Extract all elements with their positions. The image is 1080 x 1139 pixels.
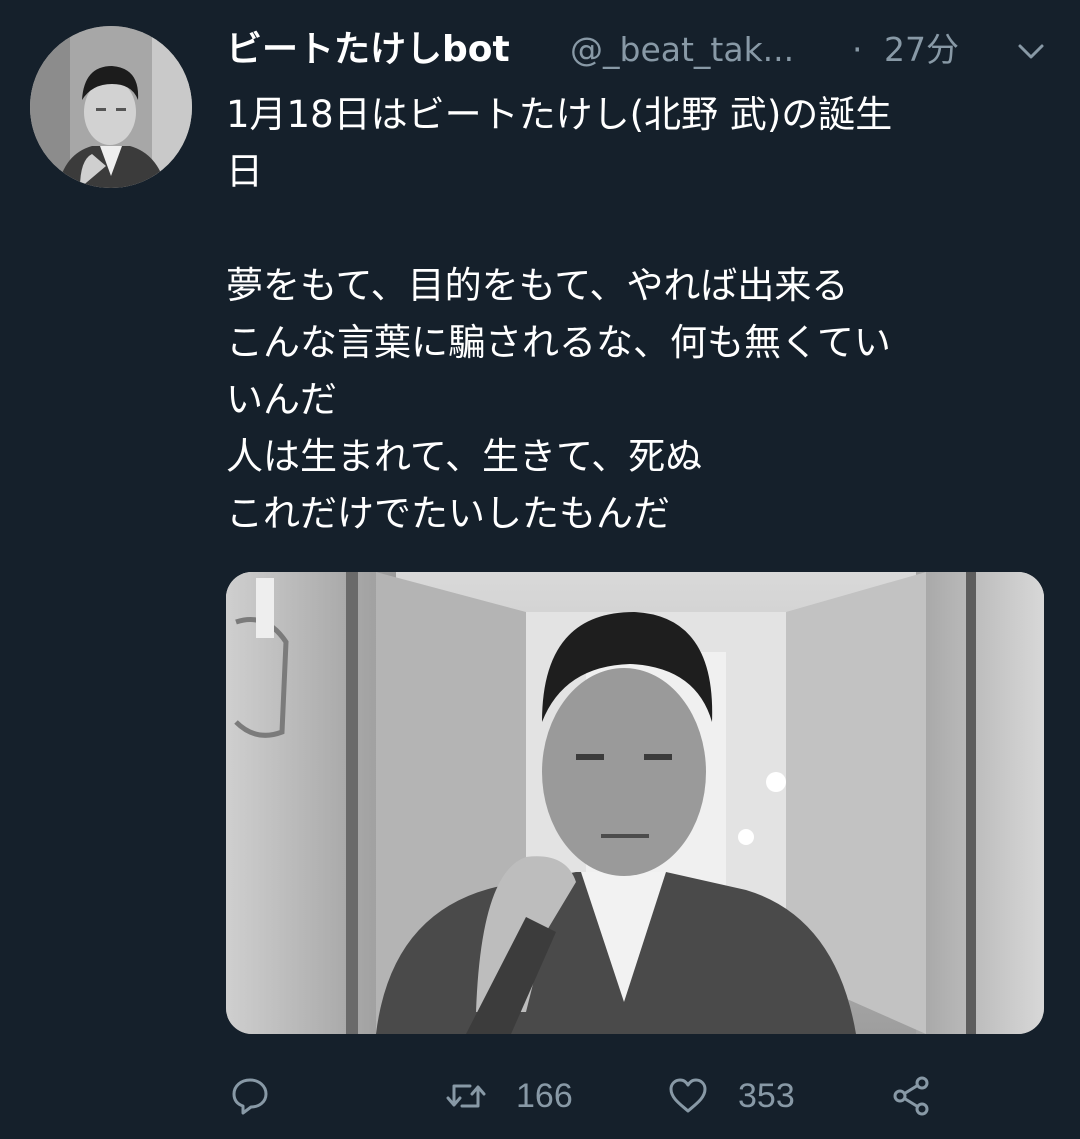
avatar[interactable] bbox=[30, 26, 192, 188]
tweet-header: ビートたけしbot @_beat_tak... · 27分 bbox=[226, 24, 1060, 76]
tweet-text-line: いんだ bbox=[226, 378, 337, 421]
heart-icon bbox=[669, 1078, 707, 1113]
photo-image bbox=[226, 572, 1044, 1034]
tweet-text-line: 日 bbox=[226, 150, 263, 193]
display-name[interactable]: ビートたけしbot bbox=[226, 24, 510, 76]
like-count: 353 bbox=[738, 1076, 795, 1115]
timestamp[interactable]: 27分 bbox=[884, 24, 959, 76]
share-icon bbox=[893, 1076, 929, 1116]
tweet: ビートたけしbot @_beat_tak... · 27分 1月18日はビートた… bbox=[0, 0, 1080, 1139]
tweet-text-line: 1月18日はビートたけし(北野 武)の誕生 bbox=[226, 93, 893, 136]
avatar-image bbox=[30, 26, 192, 188]
handle[interactable]: @_beat_tak... bbox=[570, 24, 794, 76]
tweet-actions: 166 353 bbox=[226, 1064, 1044, 1128]
tweet-text-line: 夢をもて、目的をもて、やれば出来る bbox=[226, 264, 849, 307]
reply-button[interactable] bbox=[228, 1064, 272, 1128]
tweet-photo[interactable] bbox=[226, 572, 1044, 1034]
retweet-button[interactable]: 166 bbox=[444, 1064, 573, 1128]
reply-icon bbox=[232, 1078, 268, 1115]
tweet-text-line: 人は生まれて、生きて、死ぬ bbox=[226, 435, 703, 478]
share-button[interactable] bbox=[890, 1064, 934, 1128]
like-button[interactable]: 353 bbox=[666, 1064, 795, 1128]
retweet-count: 166 bbox=[516, 1076, 573, 1115]
tweet-text: 1月18日はビートたけし(北野 武)の誕生 日 夢をもて、目的をもて、やれば出来… bbox=[226, 86, 1046, 542]
chevron-down-icon[interactable] bbox=[1014, 34, 1048, 68]
tweet-text-line: これだけでたいしたもんだ bbox=[226, 492, 670, 535]
retweet-icon bbox=[446, 1084, 486, 1108]
separator-dot: · bbox=[852, 30, 863, 69]
tweet-text-line: こんな言葉に騙されるな、何も無くてい bbox=[226, 321, 891, 364]
